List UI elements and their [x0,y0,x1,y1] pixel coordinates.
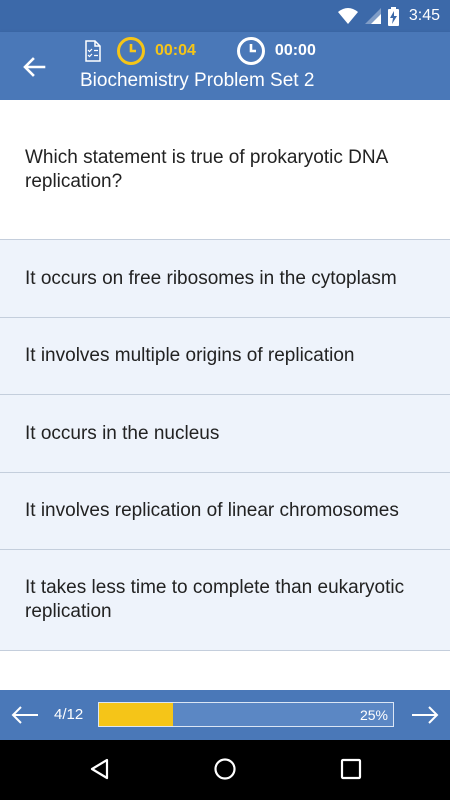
app-header: 00:04 00:00 Biochemistry Problem Set 2 [0,32,450,100]
wifi-icon [337,8,358,24]
clock-icon [236,37,265,65]
answer-label: It involves replication of linear chromo… [25,500,399,521]
clock-icon [117,37,145,65]
status-icons: 3:45 [337,6,440,26]
answer-option-3[interactable]: It occurs in the nucleus [0,395,450,473]
progress-percent: 25% [359,707,388,723]
back-arrow-icon[interactable] [20,52,50,82]
timer-row: 00:04 00:00 [84,37,316,65]
question-timer-value: 00:04 [155,42,196,59]
total-timer-value: 00:00 [274,42,316,59]
answer-option-4[interactable]: It involves replication of linear chromo… [0,473,450,550]
answer-option-1[interactable]: It occurs on free ribosomes in the cytop… [0,240,450,318]
nav-recents-icon[interactable] [339,757,363,781]
status-bar: 3:45 [0,0,450,32]
answer-label: It takes less time to complete than euka… [25,577,405,622]
cellular-signal-icon [364,8,381,24]
battery-charging-icon [387,6,399,26]
nav-back-icon[interactable] [88,757,112,781]
progress-track: 25% [98,702,394,727]
answer-option-5[interactable]: It takes less time to complete than euka… [0,550,450,651]
question-text: Which statement is true of prokaryotic D… [25,147,388,192]
question-counter: 4/12 [54,706,84,723]
progress-fill [99,703,173,726]
page-title: Biochemistry Problem Set 2 [80,70,315,91]
status-time: 3:45 [408,7,440,24]
bottom-progress-bar: 4/12 25% [0,690,450,740]
answer-label: It involves multiple origins of replicat… [25,345,355,366]
document-checklist-icon[interactable] [84,40,102,62]
nav-home-icon[interactable] [213,757,237,781]
answer-option-2[interactable]: It involves multiple origins of replicat… [0,318,450,395]
answer-label: It occurs on free ribosomes in the cytop… [25,267,397,289]
system-nav-bar [0,740,450,800]
question-timer: 00:04 [116,36,196,66]
answer-label: It occurs in the nucleus [25,422,220,444]
next-arrow-icon[interactable] [410,703,440,727]
total-timer: 00:00 [236,36,316,66]
previous-arrow-icon[interactable] [10,703,40,727]
question-panel: Which statement is true of prokaryotic D… [0,100,450,240]
